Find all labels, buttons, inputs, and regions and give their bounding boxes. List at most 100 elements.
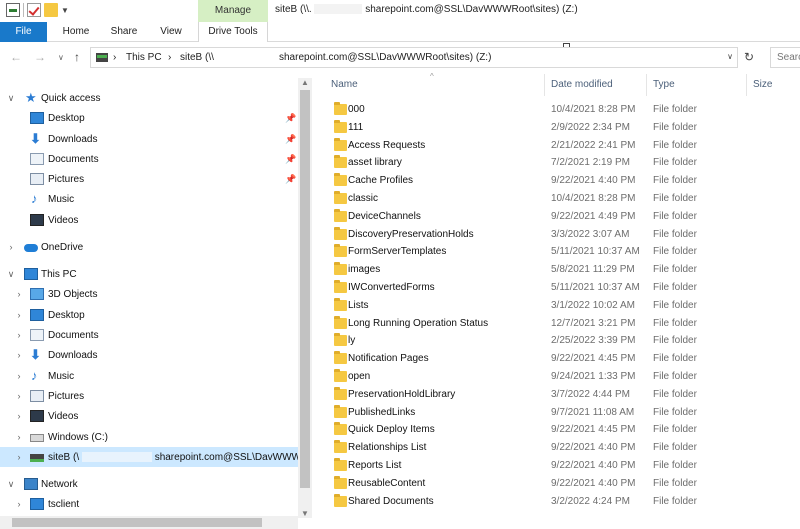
expanded-chevron-icon[interactable]: ∨	[6, 93, 16, 104]
table-row[interactable]: PublishedLinks 9/7/2021 11:08 AM File fold…	[326, 404, 800, 422]
nav-horizontal-scrollbar[interactable]	[0, 516, 298, 529]
breadcrumb-separator-icon[interactable]: ›	[113, 52, 116, 63]
table-row[interactable]: 000 10/4/2021 8:28 PM File folder	[326, 101, 800, 119]
nav-network[interactable]: ∨ Network	[0, 474, 298, 494]
table-row[interactable]: asset library 7/2/2021 2:19 PM File folder	[326, 154, 800, 172]
table-row[interactable]: ReusableContent 9/22/2021 4:40 PM File fol…	[326, 475, 800, 493]
nav-pc-pictures[interactable]: › Pictures	[0, 386, 298, 406]
nav-network-tsclient[interactable]: › tsclient	[0, 494, 298, 514]
table-row[interactable]: IWConvertedForms 5/11/2021 10:37 AM File f…	[326, 279, 800, 297]
nav-quick-videos[interactable]: Videos	[0, 210, 298, 230]
table-row[interactable]: PreservationHoldLibrary 3/7/2022 4:44 PM F…	[326, 386, 800, 404]
scrollbar-thumb[interactable]	[300, 90, 310, 488]
table-row[interactable]: images 5/8/2021 11:29 PM File folder	[326, 261, 800, 279]
column-header-date-modified[interactable]: Date modified	[551, 79, 613, 90]
tab-share[interactable]: Share	[102, 22, 146, 42]
scroll-up-icon[interactable]: ▲	[301, 78, 309, 87]
nav-pc-siteb[interactable]: › siteB (\ sharepoint.com@SSL\DavWWWR	[0, 447, 308, 467]
tab-drive-tools[interactable]: Drive Tools	[198, 22, 268, 42]
pin-icon[interactable]: 📌	[285, 154, 296, 165]
breadcrumb-this-pc[interactable]: This PC	[126, 52, 162, 63]
nav-pc-3d-objects[interactable]: › 3D Objects	[0, 284, 298, 304]
collapsed-chevron-icon[interactable]: ›	[14, 411, 24, 421]
nav-quick-music[interactable]: ♪ Music	[0, 189, 298, 209]
collapsed-chevron-icon[interactable]: ›	[14, 289, 24, 299]
forward-arrow-icon[interactable]: →	[34, 50, 46, 64]
file-date-modified: 9/24/2021 1:33 PM	[551, 371, 636, 382]
tab-home[interactable]: Home	[55, 22, 97, 42]
collapsed-chevron-icon[interactable]: ›	[14, 330, 24, 340]
properties-icon[interactable]	[6, 3, 20, 17]
table-row[interactable]: Reports List 9/22/2021 4:40 PM File folder	[326, 457, 800, 475]
nav-pc-documents[interactable]: › Documents	[0, 325, 298, 345]
collapsed-chevron-icon[interactable]: ›	[14, 452, 24, 462]
pin-icon[interactable]: 📌	[285, 113, 296, 124]
nav-pc-videos[interactable]: › Videos	[0, 406, 298, 426]
column-header-name[interactable]: Name	[331, 79, 358, 90]
expanded-chevron-icon[interactable]: ∨	[6, 269, 16, 280]
pin-icon[interactable]: 📌	[285, 174, 296, 185]
table-row[interactable]: Cache Profiles 9/22/2021 4:40 PM File fold…	[326, 172, 800, 190]
nav-pc-downloads[interactable]: › ⬇ Downloads	[0, 345, 298, 365]
table-row[interactable]: ly 2/25/2022 3:39 PM File folder	[326, 332, 800, 350]
table-row[interactable]: Shared Documents 3/2/2022 4:24 PM File fol…	[326, 493, 800, 511]
nav-quick-desktop[interactable]: Desktop 📌	[0, 108, 298, 128]
column-divider[interactable]	[746, 74, 747, 96]
nav-quick-downloads[interactable]: ⬇ Downloads 📌	[0, 129, 298, 149]
expanded-chevron-icon[interactable]: ∨	[6, 479, 16, 490]
scroll-down-icon[interactable]: ▼	[301, 509, 309, 518]
table-row[interactable]: Notification Pages 9/22/2021 4:45 PM File …	[326, 350, 800, 368]
nav-vertical-scrollbar[interactable]: ▲ ▼	[298, 78, 312, 518]
table-row[interactable]: open 9/24/2021 1:33 PM File folder	[326, 368, 800, 386]
table-row[interactable]: DiscoveryPreservationHolds 3/3/2022 3:07 …	[326, 226, 800, 244]
column-divider[interactable]	[544, 74, 545, 96]
table-row[interactable]: Lists 3/1/2022 10:02 AM File folder	[326, 297, 800, 315]
table-row[interactable]: FormServerTemplates 5/11/2021 10:37 AM Fil…	[326, 243, 800, 261]
table-row[interactable]: Long Running Operation Status 12/7/2021 3…	[326, 315, 800, 333]
nav-quick-pictures[interactable]: Pictures 📌	[0, 169, 298, 189]
checkmark-icon[interactable]	[27, 3, 41, 17]
nav-pc-music[interactable]: › ♪ Music	[0, 366, 298, 386]
refresh-icon[interactable]: ↻	[744, 50, 754, 64]
nav-this-pc[interactable]: ∨ This PC	[0, 264, 298, 284]
nav-quick-documents[interactable]: Documents 📌	[0, 149, 298, 169]
column-header-type[interactable]: Type	[653, 79, 675, 90]
search-input[interactable]: Search	[770, 47, 800, 68]
breadcrumb-separator-icon[interactable]: ›	[168, 52, 171, 63]
address-bar[interactable]: › This PC › siteB (\\ sharepoint.com@SSL…	[90, 47, 738, 68]
collapsed-chevron-icon[interactable]: ›	[14, 432, 24, 442]
nav-quick-access[interactable]: ∨ ★ Quick access	[0, 88, 298, 108]
pin-icon[interactable]: 📌	[285, 134, 296, 145]
scrollbar-thumb[interactable]	[12, 518, 262, 527]
breadcrumb-siteb[interactable]: siteB (\\	[180, 52, 214, 63]
customize-toolbar-chevron-icon[interactable]: ▼	[61, 6, 69, 15]
file-type: File folder	[653, 371, 697, 382]
table-row[interactable]: Relationships List 9/22/2021 4:40 PM File …	[326, 439, 800, 457]
table-row[interactable]: DeviceChannels 9/22/2021 4:49 PM File fold…	[326, 208, 800, 226]
back-arrow-icon[interactable]: ←	[10, 50, 22, 64]
table-row[interactable]: classic 10/4/2021 8:28 PM File folder	[326, 190, 800, 208]
column-header-size[interactable]: Size	[753, 79, 772, 90]
new-folder-icon[interactable]	[44, 3, 58, 17]
collapsed-chevron-icon[interactable]: ›	[14, 499, 24, 509]
recent-locations-chevron-icon[interactable]: ∨	[58, 53, 64, 62]
tab-view[interactable]: View	[151, 22, 191, 42]
nav-pc-windows-c[interactable]: › Windows (C:)	[0, 427, 298, 447]
collapsed-chevron-icon[interactable]: ›	[14, 391, 24, 401]
column-divider[interactable]	[646, 74, 647, 96]
collapsed-chevron-icon[interactable]: ›	[14, 371, 24, 381]
file-name: Shared Documents	[348, 495, 434, 507]
tab-file[interactable]: File	[0, 22, 47, 42]
nav-pc-desktop[interactable]: › Desktop	[0, 305, 298, 325]
table-row[interactable]: Access Requests 2/21/2022 2:41 PM File fol…	[326, 137, 800, 155]
collapsed-chevron-icon[interactable]: ›	[6, 242, 16, 252]
up-arrow-icon[interactable]: ↑	[74, 50, 80, 64]
collapsed-chevron-icon[interactable]: ›	[14, 350, 24, 360]
table-row[interactable]: Quick Deploy Items 9/22/2021 4:45 PM File …	[326, 421, 800, 439]
collapsed-chevron-icon[interactable]: ›	[14, 310, 24, 320]
breadcrumb-siteb-path[interactable]: sharepoint.com@SSL\DavWWWRoot\sites) (Z:…	[279, 52, 491, 63]
table-row[interactable]: 111 2/9/2022 2:34 PM File folder	[326, 119, 800, 137]
address-dropdown-chevron-icon[interactable]: ∨	[727, 52, 733, 61]
file-date-modified: 5/11/2021 10:37 AM	[551, 282, 640, 293]
nav-onedrive[interactable]: › OneDrive	[0, 237, 298, 257]
